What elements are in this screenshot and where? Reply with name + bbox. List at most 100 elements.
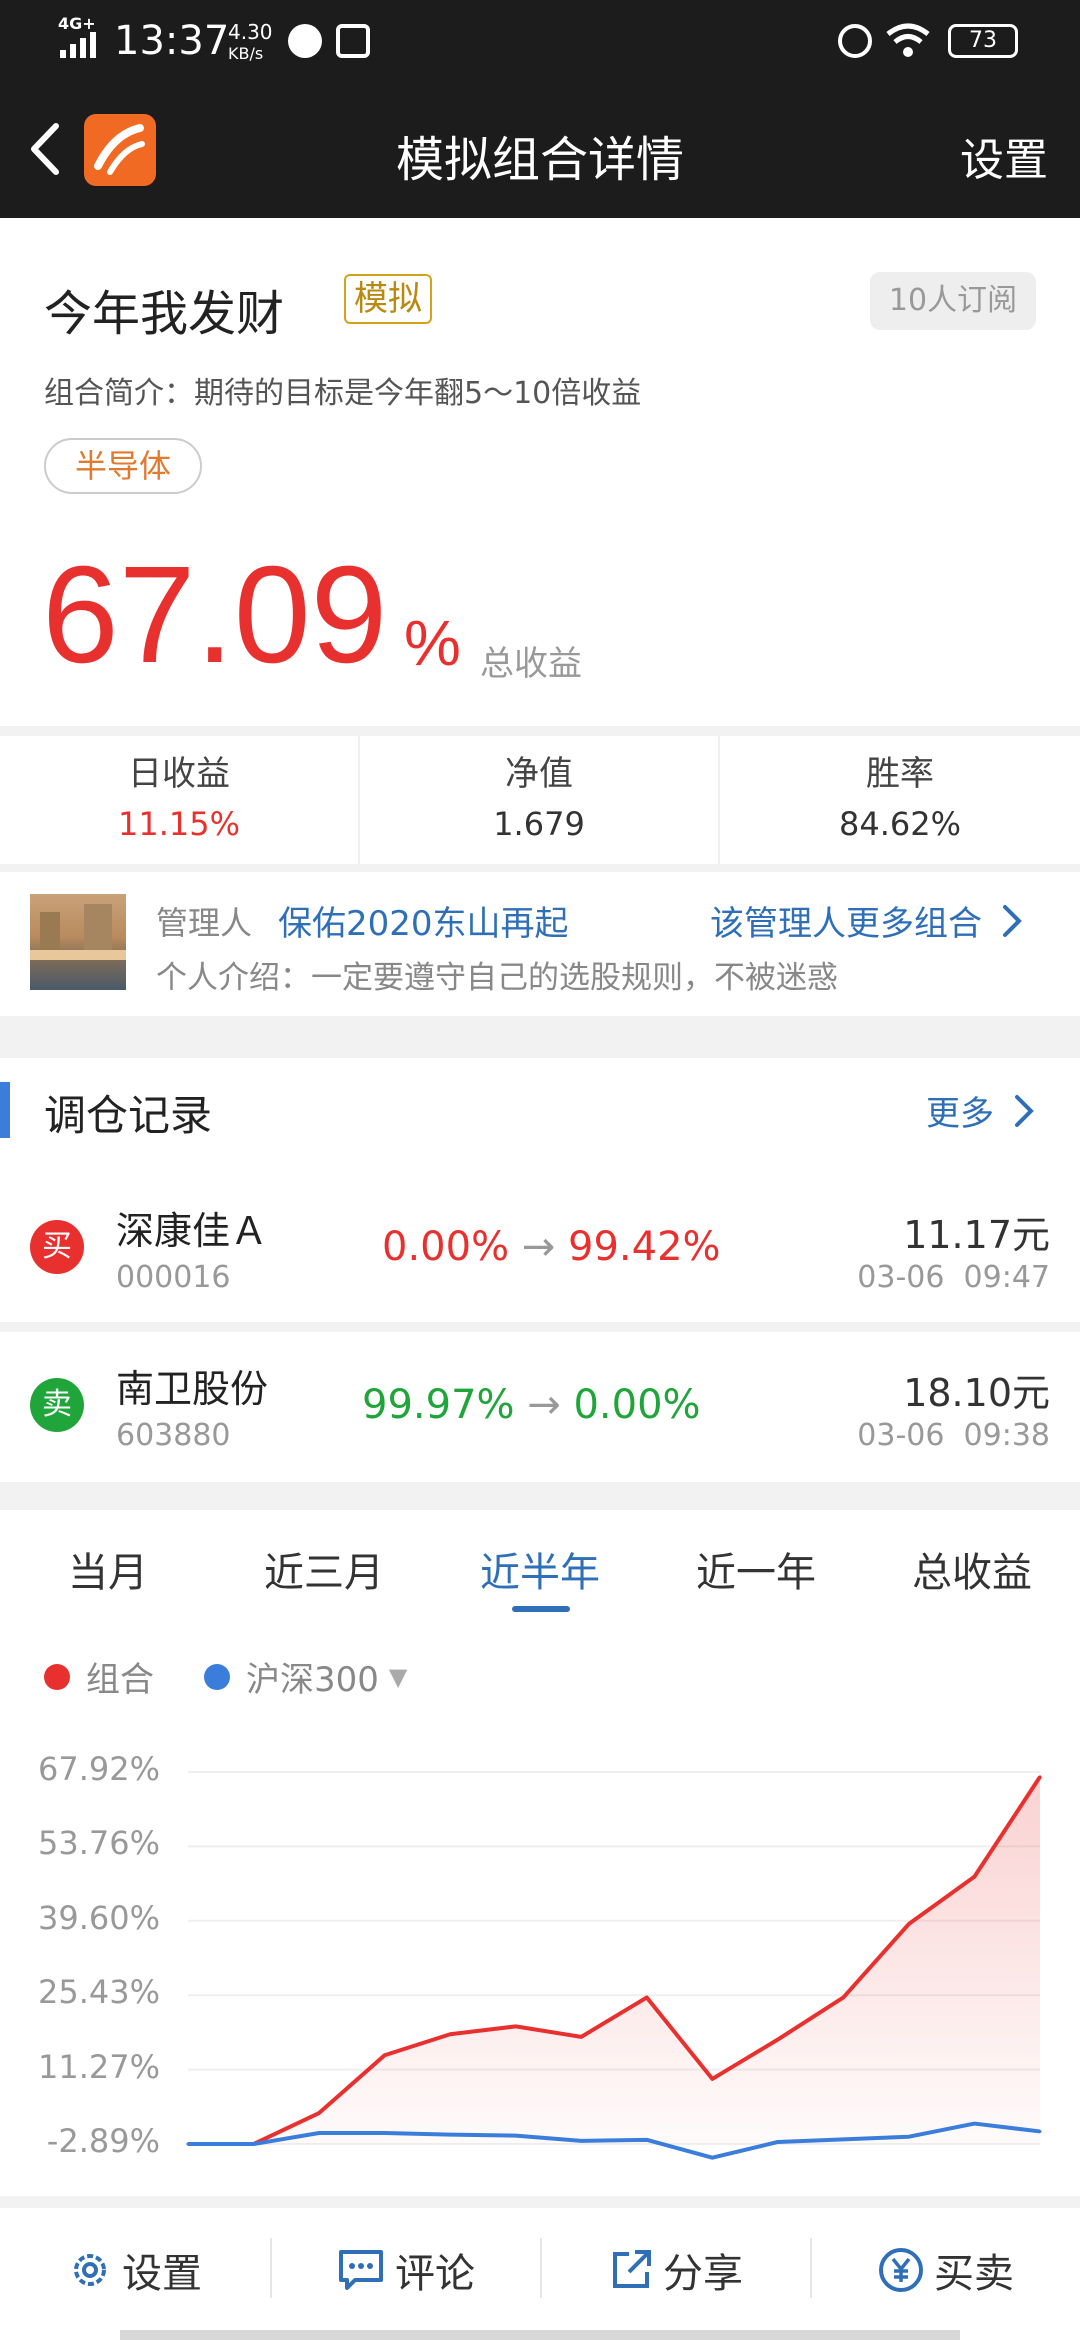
position-to: 0.00%: [573, 1382, 701, 1428]
yen-icon: [879, 2248, 923, 2292]
manager-label: 管理人: [156, 904, 253, 942]
manager-bio: 个人介绍：一定要遵守自己的选股规则，不被迷惑: [156, 960, 838, 996]
return-chart: [186, 1771, 1042, 2160]
benchmark-point: [1038, 2129, 1042, 2133]
clock: 13:37: [114, 18, 230, 64]
share-icon: [613, 2250, 651, 2288]
portfolio-point: [383, 2053, 387, 2057]
net-speed-unit: KB/s: [228, 44, 264, 63]
action-label: 设置: [122, 2251, 202, 2297]
position-from: 0.00%: [382, 1224, 510, 1270]
manager-more-link[interactable]: 该管理人更多组合: [710, 896, 1022, 945]
subscribers-count[interactable]: 10人订阅: [870, 272, 1036, 330]
more-label: 更多: [926, 1094, 994, 1134]
more-portfolios-label: 该管理人更多组合: [710, 904, 982, 944]
battery-icon: 73: [948, 24, 1018, 58]
divider: [0, 1322, 1080, 1332]
benchmark-point: [317, 2131, 321, 2135]
benchmark-point: [448, 2133, 452, 2137]
stock-name: 南卫股份: [116, 1367, 269, 1411]
divider: [0, 1016, 1080, 1058]
benchmark-point: [710, 2156, 714, 2160]
benchmark-point: [645, 2138, 649, 2142]
portfolio-point: [317, 2111, 321, 2115]
portfolio-point: [841, 1995, 845, 1999]
stat-value: 1.679: [493, 805, 585, 843]
portfolio-point: [907, 1922, 911, 1926]
manager-name[interactable]: 保佑2020东山再起: [278, 896, 569, 945]
divider: [0, 864, 1080, 872]
page-title: 模拟组合详情: [395, 132, 684, 188]
section-accent-bar: [0, 1082, 10, 1138]
speedometer-icon: [288, 24, 322, 58]
portfolio-point: [972, 1875, 976, 1879]
tab-half-year[interactable]: 近半年: [440, 1540, 640, 1598]
legend-portfolio: 组合: [44, 1652, 154, 1701]
settings-button[interactable]: 设置: [960, 124, 1048, 188]
wifi-icon: [886, 23, 930, 57]
portfolio-name: 今年我发财: [44, 286, 285, 342]
chevron-right-icon: [1003, 904, 1022, 937]
sector-tag[interactable]: 半导体: [44, 438, 202, 494]
tab-three-months[interactable]: 近三月: [224, 1540, 424, 1598]
benchmark-point: [186, 2142, 190, 2146]
arrow-right-icon: →: [527, 1382, 561, 1428]
benchmark-point: [383, 2131, 387, 2135]
status-bar: 4G+ 13:37 4.30 KB/s 73: [0, 0, 1080, 80]
action-label: 评论: [395, 2251, 475, 2297]
active-tab-indicator: [512, 1606, 570, 1612]
trade-time: 03-06 09:38: [857, 1418, 1050, 1453]
stock-name: 深康佳Ａ: [116, 1209, 269, 1253]
gear-icon: [74, 2254, 106, 2286]
divider: [0, 726, 1080, 736]
benchmark-point: [579, 2139, 583, 2143]
tab-one-year[interactable]: 近一年: [656, 1540, 856, 1598]
stock-code: 000016: [116, 1260, 231, 1295]
total-return-unit: %: [404, 607, 461, 679]
benchmark-point: [907, 2135, 911, 2139]
trade-row[interactable]: 卖 南卫股份 603880 99.97% → 0.00% 18.10元 03-0…: [0, 1332, 1080, 1482]
divider: [0, 2196, 1080, 2208]
stat-value: 84.62%: [838, 805, 961, 843]
total-return-value: 67.09: [42, 538, 388, 692]
share-button[interactable]: 分享: [542, 2225, 810, 2315]
portfolio-point: [579, 2035, 583, 2039]
manager-avatar[interactable]: [30, 894, 126, 990]
stat-daily-return: 日收益 11.15%: [0, 746, 358, 843]
total-return-label: 总收益: [480, 644, 582, 684]
trades-section-title: 调仓记录: [44, 1091, 213, 1140]
trade-price: 18.10元: [903, 1371, 1050, 1415]
simulated-badge: 模拟: [344, 274, 432, 324]
comment-icon: [339, 2250, 383, 2290]
buy-tag: 买: [30, 1220, 84, 1274]
sell-tag: 卖: [30, 1378, 84, 1432]
action-label: 分享: [663, 2251, 743, 2297]
trades-more-link[interactable]: 更多: [926, 1086, 1034, 1135]
benchmark-point: [841, 2137, 845, 2141]
legend-benchmark[interactable]: 沪深300 ▼: [204, 1652, 407, 1701]
net-speed-value: 4.30: [228, 20, 273, 44]
legend-label: 沪深300: [246, 1660, 379, 1700]
action-label: 买卖: [934, 2251, 1014, 2297]
benchmark-point: [776, 2140, 780, 2144]
stat-label: 日收益: [128, 754, 230, 794]
network-type: 4G+: [58, 14, 96, 33]
title-bar: 模拟组合详情 设置: [0, 80, 1080, 218]
trade-row[interactable]: 买 深康佳Ａ 000016 0.00% → 99.42% 11.17元 03-0…: [0, 1172, 1080, 1322]
tab-total-return[interactable]: 总收益: [872, 1540, 1072, 1598]
portfolio-point: [776, 2038, 780, 2042]
stat-net-value: 净值 1.679: [360, 746, 718, 843]
settings-action-button[interactable]: 设置: [0, 2225, 270, 2315]
portfolio-point: [448, 2032, 452, 2036]
comment-button[interactable]: 评论: [272, 2225, 540, 2315]
trade-button[interactable]: 买卖: [812, 2225, 1080, 2315]
benchmark-point: [972, 2122, 976, 2126]
tab-current-month[interactable]: 当月: [8, 1540, 208, 1598]
portfolio-point: [1038, 1775, 1042, 1779]
stat-label: 胜率: [866, 754, 934, 794]
portfolio-point: [645, 1995, 649, 1999]
arrow-right-icon: →: [521, 1224, 556, 1270]
legend-dot-red: [44, 1663, 70, 1690]
dropdown-arrow-icon: ▼: [388, 1662, 408, 1691]
stat-value: 11.15%: [117, 805, 240, 843]
